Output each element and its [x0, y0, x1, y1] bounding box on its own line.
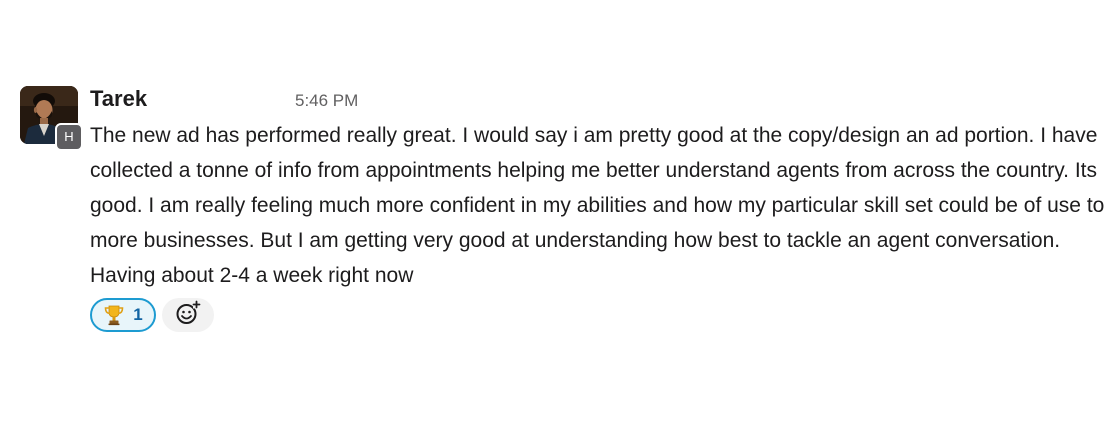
reaction-trophy-button[interactable]: 1 — [90, 298, 156, 332]
message-header: Tarek 5:46 PM — [90, 86, 690, 114]
presence-badge: H — [55, 123, 83, 151]
author-name[interactable]: Tarek — [90, 86, 147, 112]
avatar-container[interactable]: H — [20, 86, 83, 151]
add-emoji-icon — [175, 300, 201, 331]
reactions-bar: 1 — [90, 296, 214, 334]
message-text: The new ad has performed really great. I… — [90, 124, 1105, 287]
reaction-count: 1 — [133, 305, 143, 324]
trophy-icon — [103, 304, 125, 326]
add-reaction-button[interactable] — [162, 298, 214, 332]
timestamp[interactable]: 5:46 PM — [295, 90, 358, 112]
